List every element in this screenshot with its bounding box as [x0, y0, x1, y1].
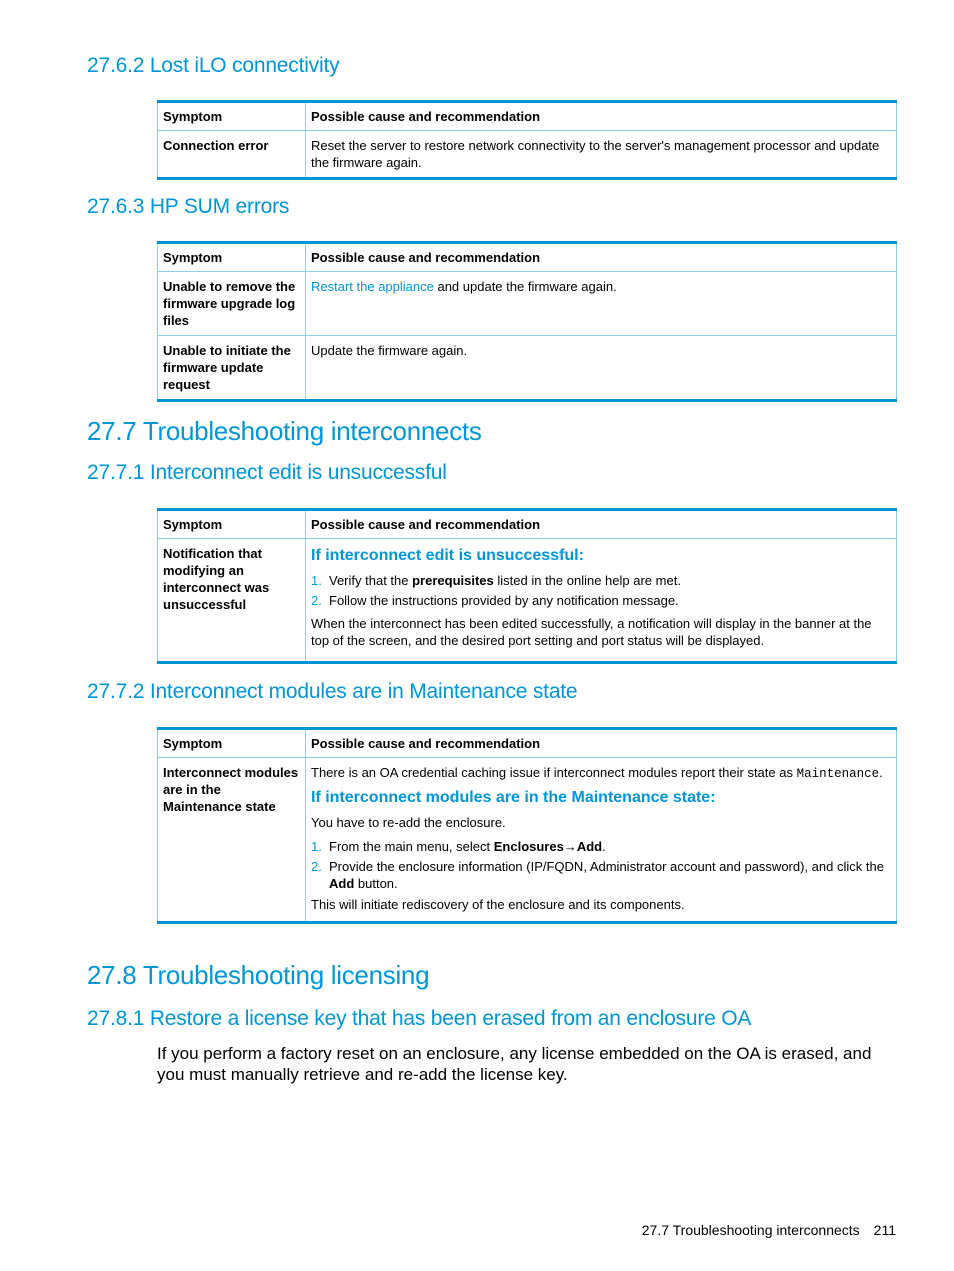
section-heading-troubleshooting-interconnects: 27.7 Troubleshooting interconnects: [87, 416, 482, 446]
result-note: When the interconnect has been edited su…: [311, 616, 872, 648]
maintenance-code: Maintenance: [796, 767, 880, 781]
section-heading-hp-sum-errors: 27.6.3 HP SUM errors: [87, 195, 290, 218]
header-symptom: Symptom: [157, 101, 306, 131]
step-text: From the main menu, select: [329, 839, 494, 854]
symptom-cell: Notification that modifying an interconn…: [157, 538, 306, 663]
step-number: 1.: [311, 839, 322, 854]
interconnect-edit-table: Symptom Possible cause and recommendatio…: [157, 508, 897, 664]
section-heading-interconnect-edit: 27.7.1 Interconnect edit is unsuccessful: [87, 461, 447, 484]
table-row: Notification that modifying an interconn…: [157, 538, 897, 663]
step-text: Verify that the: [329, 573, 413, 588]
procedure-step: 1. Verify that the prerequisites listed i…: [311, 572, 891, 589]
license-paragraph: If you perform a factory reset on an enc…: [157, 1044, 872, 1084]
result-note: This will initiate rediscovery of the en…: [311, 897, 685, 912]
section-heading-maintenance-state: 27.7.2 Interconnect modules are in Maint…: [87, 680, 578, 703]
lost-ilo-table: Symptom Possible cause and recommendatio…: [157, 100, 897, 180]
add-button-term: Add: [329, 876, 355, 891]
maintenance-state-table: Symptom Possible cause and recommendatio…: [157, 727, 897, 924]
table-header-row: Symptom Possible cause and recommendatio…: [157, 728, 897, 758]
symptom-cell: Connection error: [157, 130, 306, 179]
symptom-cell: Interconnect modules are in the Maintena…: [157, 757, 306, 923]
procedure-lead: You have to re-add the enclosure.: [311, 815, 506, 830]
procedure-title: If interconnect edit is unsuccessful:: [311, 547, 584, 564]
symptom-cell: Unable to initiate the firmware update r…: [157, 335, 306, 401]
step-number: 2.: [311, 593, 322, 608]
cause-text: and update the firmware again.: [433, 279, 617, 294]
step-number: 2.: [311, 859, 322, 874]
header-symptom: Symptom: [157, 242, 306, 272]
header-symptom: Symptom: [157, 509, 306, 539]
section-heading-troubleshooting-licensing: 27.8 Troubleshooting licensing: [87, 960, 430, 990]
issue-description: There is an OA credential caching issue …: [311, 764, 891, 783]
cause-cell: Update the firmware again.: [305, 335, 897, 401]
menu-enclosures: Enclosures: [493, 839, 564, 854]
step-number: 1.: [311, 573, 322, 588]
intro-text: There is an OA credential caching issue …: [311, 765, 797, 780]
cause-cell: There is an OA credential caching issue …: [305, 757, 897, 923]
header-cause: Possible cause and recommendation: [305, 101, 897, 131]
symptom-cell: Unable to remove the firmware upgrade lo…: [157, 271, 306, 336]
step-text: .: [602, 839, 606, 854]
section-heading-lost-ilo: 27.6.2 Lost iLO connectivity: [87, 54, 340, 77]
footer-section-title: 27.7 Troubleshooting interconnects: [641, 1222, 860, 1238]
step-text: Follow the instructions provided by any …: [329, 593, 679, 608]
step-text: Provide the enclosure information (IP/FQ…: [329, 859, 884, 874]
table-row: Interconnect modules are in the Maintena…: [157, 757, 897, 923]
header-cause: Possible cause and recommendation: [305, 509, 897, 539]
page-number: 211: [873, 1222, 896, 1238]
section-heading-restore-license-key: 27.8.1 Restore a license key that has be…: [87, 1007, 752, 1030]
step-text: button.: [354, 876, 398, 891]
header-cause: Possible cause and recommendation: [305, 728, 897, 758]
table-header-row: Symptom Possible cause and recommendatio…: [157, 242, 897, 272]
header-cause: Possible cause and recommendation: [305, 242, 897, 272]
restart-appliance-link[interactable]: Restart the appliance: [311, 279, 434, 294]
table-row: Unable to initiate the firmware update r…: [157, 335, 897, 401]
procedure-step: 2. Follow the instructions provided by an…: [311, 592, 891, 609]
procedure-step: 1. From the main menu, select Enclosures→…: [311, 838, 891, 855]
step-text: listed in the online help are met.: [493, 573, 681, 588]
cause-cell: Restart the appliance and update the fir…: [305, 271, 897, 336]
table-row: Unable to remove the firmware upgrade lo…: [157, 271, 897, 336]
procedure-title: If interconnect modules are in the Maint…: [311, 789, 716, 806]
prerequisites-term: prerequisites: [412, 573, 494, 588]
table-header-row: Symptom Possible cause and recommendatio…: [157, 509, 897, 539]
table-row: Connection error Reset the server to res…: [157, 130, 897, 179]
intro-end: .: [879, 765, 883, 780]
page-footer: 27.7 Troubleshooting interconnects 211: [642, 1222, 896, 1238]
menu-add: Add: [576, 839, 603, 854]
table-header-row: Symptom Possible cause and recommendatio…: [157, 101, 897, 131]
cause-cell: If interconnect edit is unsuccessful: 1.…: [305, 538, 897, 663]
cause-cell: Reset the server to restore network conn…: [305, 130, 897, 179]
arrow-icon: →: [563, 839, 577, 854]
procedure-step: 2. Provide the enclosure information (IP/…: [311, 858, 891, 892]
header-symptom: Symptom: [157, 728, 306, 758]
hp-sum-errors-table: Symptom Possible cause and recommendatio…: [157, 241, 897, 402]
